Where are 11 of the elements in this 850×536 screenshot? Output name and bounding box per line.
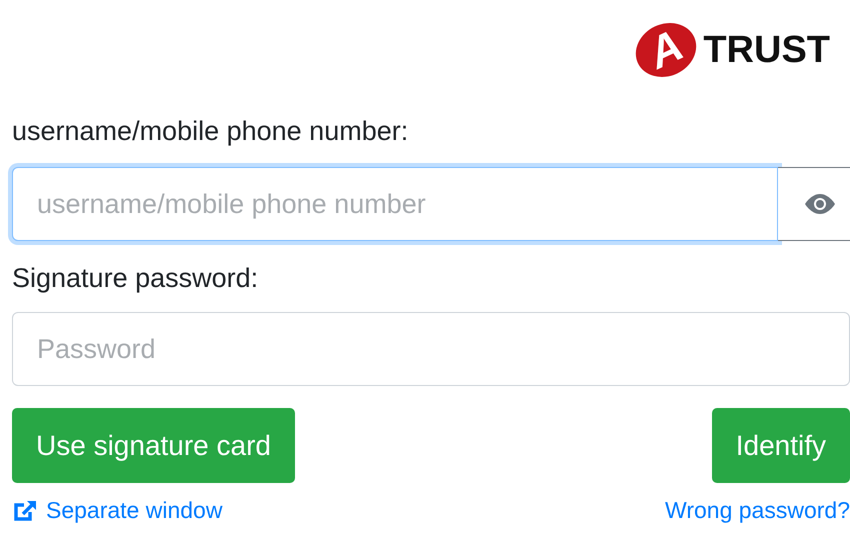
signature-card-button[interactable]: Use signature card — [12, 408, 296, 483]
link[interactable]: Wrong password? — [665, 497, 850, 524]
username-field[interactable]: username/mobile phone number — [12, 167, 778, 241]
field-label: Signature password: — [12, 263, 260, 294]
link[interactable]: Separate window — [12, 497, 222, 524]
identify-button[interactable]: Identify — [712, 408, 850, 483]
show-password-button[interactable] — [778, 167, 850, 241]
field-label: username/mobile phone number: — [12, 116, 410, 147]
password-field[interactable]: Password — [12, 312, 850, 386]
external-link-icon — [12, 498, 38, 522]
logo-text: TRUST — [703, 28, 830, 72]
